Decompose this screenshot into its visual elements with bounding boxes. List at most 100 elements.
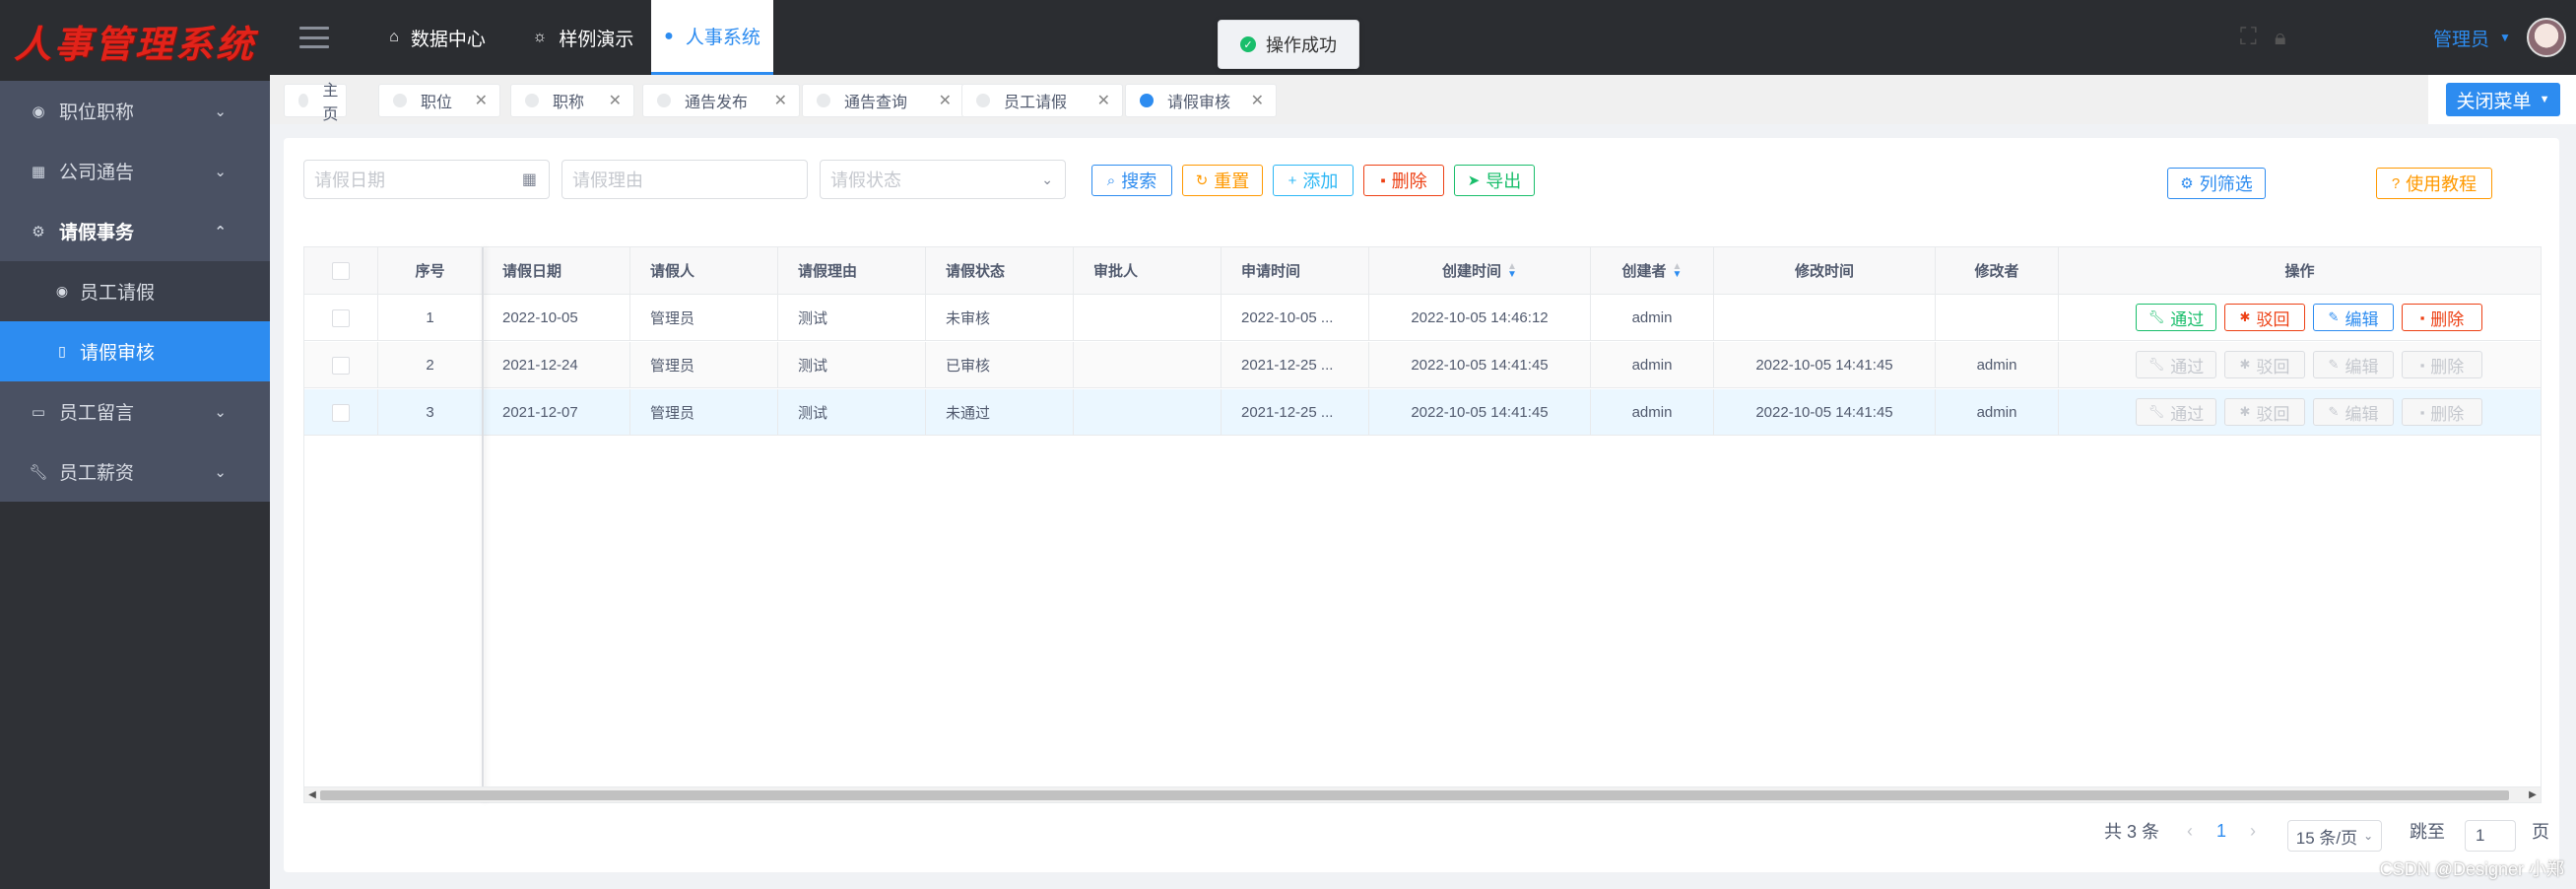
table-row[interactable]: 3 2021-12-07 管理员 测试 未通过 2021-12-25 ... 2… bbox=[304, 389, 2541, 436]
content-card: 请假日期 ▦ 请假理由 请假状态 ⌄ ⌕ 搜索 ↻ 重置 + 添加 ▪ 删除 ➤ 导出 ⚙… bbox=[284, 138, 2559, 872]
user-menu[interactable]: 管理员 ▼ bbox=[2433, 0, 2566, 75]
col-header-sortable[interactable]: 创建者 ▲ ▼ bbox=[1591, 247, 1714, 294]
page-number[interactable]: 1 bbox=[2216, 821, 2226, 842]
edit-button[interactable]: ✎ 编辑 bbox=[2313, 398, 2394, 426]
close-icon[interactable]: ✕ bbox=[1251, 91, 1264, 110]
nav-tab-demo[interactable]: ☼ 样例演示 bbox=[524, 0, 642, 75]
tag-notice-query[interactable]: 通告查询 ✕ bbox=[802, 84, 964, 117]
sidebar-subitem-employee-leave[interactable]: ◉ 员工请假 bbox=[0, 261, 270, 321]
scroll-right-icon[interactable]: ▶ bbox=[2525, 787, 2541, 803]
sidebar-item-messages[interactable]: ▭ 员工留言 ⌄ bbox=[0, 381, 270, 442]
app-title: 人事管理系统 bbox=[14, 21, 257, 66]
cell-status: 未审核 bbox=[926, 295, 1074, 341]
row-delete-button[interactable]: ▪ 删除 bbox=[2402, 398, 2482, 426]
row-delete-button[interactable]: ▪ 删除 bbox=[2402, 351, 2482, 378]
tag-position[interactable]: 职位 ✕ bbox=[378, 84, 500, 117]
reject-button[interactable]: ✱ 驳回 bbox=[2224, 351, 2305, 378]
leave-reason-input[interactable]: 请假理由 bbox=[561, 160, 808, 199]
leave-status-select[interactable]: 请假状态 ⌄ bbox=[820, 160, 1066, 199]
prev-page-icon[interactable]: ‹ bbox=[2187, 821, 2193, 842]
table-row[interactable]: 2 2021-12-24 管理员 测试 已审核 2021-12-25 ... 2… bbox=[304, 342, 2541, 388]
leave-date-input[interactable]: 请假日期 ▦ bbox=[303, 160, 550, 199]
nav-tab-data-center[interactable]: ⌂ 数据中心 bbox=[378, 0, 496, 75]
close-menu-button[interactable]: 关闭菜单 ▼ bbox=[2446, 83, 2560, 116]
tutorial-button[interactable]: ? 使用教程 bbox=[2376, 168, 2492, 199]
table-row[interactable]: 1 2022-10-05 管理员 测试 未审核 2022-10-05 ... 2… bbox=[304, 295, 2541, 341]
row-checkbox[interactable] bbox=[332, 356, 350, 375]
sidebar-subitem-leave-review[interactable]: ▯ 请假审核 bbox=[0, 321, 270, 381]
reject-button[interactable]: ✱ 驳回 bbox=[2224, 398, 2305, 426]
row-checkbox[interactable] bbox=[332, 308, 350, 327]
edit-label: 编辑 bbox=[2345, 309, 2379, 329]
cell-approver bbox=[1074, 389, 1222, 436]
chevron-down-icon: ⌄ bbox=[214, 163, 227, 180]
sidebar-item-notices[interactable]: ▦ 公司通告 ⌄ bbox=[0, 141, 270, 201]
scrollbar-thumb[interactable] bbox=[320, 790, 2509, 800]
close-icon[interactable]: ✕ bbox=[939, 91, 952, 110]
cell-apply-time: 2021-12-25 ... bbox=[1222, 389, 1369, 436]
close-menu-area: 关闭菜单 ▼ bbox=[2428, 75, 2576, 124]
tag-title[interactable]: 职称 ✕ bbox=[510, 84, 634, 117]
leave-status-placeholder: 请假状态 bbox=[830, 171, 901, 190]
approve-button[interactable]: 🔧︎ 通过 bbox=[2136, 304, 2216, 331]
tag-employee-leave[interactable]: 员工请假 ✕ bbox=[961, 84, 1123, 117]
reset-button[interactable]: ↻ 重置 bbox=[1182, 165, 1263, 196]
tag-label: 职称 bbox=[553, 95, 585, 111]
page-jump-input[interactable]: 1 bbox=[2465, 820, 2516, 852]
col-header: 审批人 bbox=[1074, 247, 1222, 294]
search-button[interactable]: ⌕ 搜索 bbox=[1091, 165, 1172, 196]
sidebar-item-positions[interactable]: ◉ 职位职称 ⌄ bbox=[0, 81, 270, 141]
row-select-cell bbox=[304, 295, 378, 341]
fullscreen-icon[interactable]: ⛶ bbox=[2240, 24, 2257, 51]
tag-home[interactable]: 主页 bbox=[284, 83, 347, 123]
nav-tab-label: 人事系统 bbox=[685, 28, 760, 48]
tag-leave-review[interactable]: 请假审核 ✕ bbox=[1125, 84, 1277, 117]
add-button[interactable]: + 添加 bbox=[1273, 165, 1354, 196]
export-label: 导出 bbox=[1486, 171, 1522, 191]
cell-date: 2021-12-07 bbox=[483, 389, 630, 436]
cell-person: 管理员 bbox=[630, 389, 778, 436]
sidebar-item-leave[interactable]: ⚙ 请假事务 ⌃ bbox=[0, 201, 270, 261]
scroll-left-icon[interactable]: ◀ bbox=[304, 787, 320, 803]
reject-button[interactable]: ✱ 驳回 bbox=[2224, 304, 2305, 331]
row-checkbox[interactable] bbox=[332, 403, 350, 422]
horizontal-scrollbar[interactable]: ◀ ▶ bbox=[304, 786, 2541, 802]
delete-button[interactable]: ▪ 删除 bbox=[1363, 165, 1444, 196]
cell-person: 管理员 bbox=[630, 342, 778, 388]
chevron-down-icon: ⌄ bbox=[214, 403, 227, 421]
nav-tab-hr-system[interactable]: ● 人事系统 bbox=[651, 0, 773, 75]
approve-button[interactable]: 🔧︎ 通过 bbox=[2136, 351, 2216, 378]
delete-label: 删除 bbox=[1391, 171, 1427, 191]
close-icon[interactable]: ✕ bbox=[609, 91, 622, 110]
leave-table: 序号 请假日期 请假人 请假理由 请假状态 审批人 申请时间 创建时间 ▲ ▼ 创… bbox=[303, 246, 2542, 803]
select-all-checkbox[interactable] bbox=[332, 261, 350, 280]
export-button[interactable]: ➤ 导出 bbox=[1454, 165, 1535, 196]
avatar[interactable] bbox=[2526, 18, 2566, 57]
cell-creator: admin bbox=[1591, 342, 1714, 388]
close-icon[interactable]: ✕ bbox=[475, 91, 488, 110]
reject-label: 驳回 bbox=[2256, 404, 2290, 424]
menu-toggle-icon[interactable] bbox=[299, 27, 329, 48]
sidebar-item-salary[interactable]: 🔧︎ 员工薪资 ⌄ bbox=[0, 442, 270, 502]
col-header-sortable[interactable]: 创建时间 ▲ ▼ bbox=[1369, 247, 1591, 294]
lock-icon[interactable]: 🔒︎ bbox=[2275, 25, 2286, 50]
close-icon[interactable]: ✕ bbox=[1097, 91, 1110, 110]
sort-icon[interactable]: ▲ ▼ bbox=[1507, 261, 1517, 279]
approve-label: 通过 bbox=[2170, 404, 2205, 424]
approve-button[interactable]: 🔧︎ 通过 bbox=[2136, 398, 2216, 426]
tag-label: 职位 bbox=[421, 95, 453, 111]
col-header: 请假理由 bbox=[778, 247, 926, 294]
page-size-select[interactable]: 15 条/页 ⌄ bbox=[2287, 820, 2382, 852]
edit-icon: ✎ bbox=[2328, 404, 2340, 419]
cell-status: 已审核 bbox=[926, 342, 1074, 388]
close-icon[interactable]: ✕ bbox=[774, 91, 787, 110]
next-page-icon[interactable]: › bbox=[2250, 821, 2256, 842]
edit-button[interactable]: ✎ 编辑 bbox=[2313, 351, 2394, 378]
edit-button[interactable]: ✎ 编辑 bbox=[2313, 304, 2394, 331]
row-delete-button[interactable]: ▪ 删除 bbox=[2402, 304, 2482, 331]
column-filter-button[interactable]: ⚙ 列筛选 bbox=[2167, 168, 2266, 199]
success-toast: ✓ 操作成功 bbox=[1218, 20, 1359, 69]
tag-notice-publish[interactable]: 通告发布 ✕ bbox=[642, 84, 800, 117]
cell-date: 2021-12-24 bbox=[483, 342, 630, 388]
sort-icon[interactable]: ▲ ▼ bbox=[1673, 261, 1683, 279]
